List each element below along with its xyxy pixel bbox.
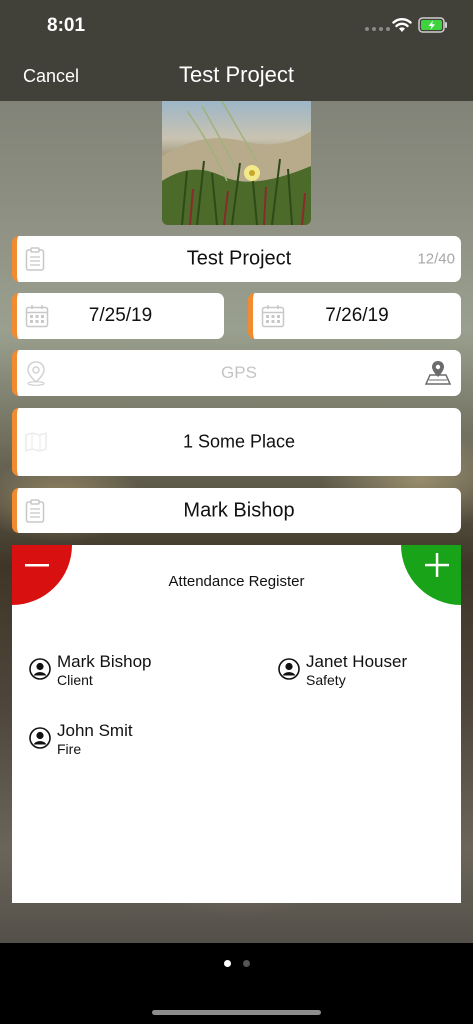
project-name-field[interactable]: Test Project 12/40	[12, 236, 461, 282]
battery-icon	[418, 17, 447, 33]
map-pin-icon[interactable]	[425, 360, 451, 386]
gps-placeholder: GPS	[221, 363, 257, 382]
start-date-value: 7/25/19	[88, 305, 153, 326]
status-bar: 8:01	[0, 0, 473, 50]
start-date-field[interactable]: 7/25/19	[12, 293, 224, 339]
person-icon	[29, 658, 51, 680]
person-icon	[278, 658, 300, 680]
page-title: Test Project	[179, 62, 294, 87]
person-icon	[29, 727, 51, 749]
attendance-title: Attendance Register	[168, 573, 305, 590]
end-date-value: 7/26/19	[325, 305, 389, 326]
attendee-item[interactable]: Mark Bishop Client	[29, 652, 151, 688]
attendance-register-panel: Attendance Register Mark Bishop Client J…	[12, 545, 461, 903]
project-name-value: Test Project	[186, 247, 292, 270]
cellular-signal-icon	[365, 27, 390, 31]
page-dot[interactable]	[243, 960, 250, 967]
wifi-icon	[392, 18, 412, 32]
attendee-name: Mark Bishop	[57, 652, 152, 671]
project-photo[interactable]	[162, 101, 311, 225]
contact-person-field[interactable]: Mark Bishop	[12, 488, 461, 533]
attendee-role: Fire	[57, 741, 82, 757]
minus-icon	[25, 564, 49, 567]
location-field[interactable]: 1 Some Place	[12, 408, 461, 476]
gps-field[interactable]: GPS	[12, 350, 461, 396]
attendee-name: John Smit	[57, 721, 133, 740]
page-indicator[interactable]	[224, 960, 250, 967]
location-value: 1 Some Place	[182, 431, 296, 452]
home-indicator[interactable]	[152, 1010, 321, 1015]
end-date-field[interactable]: 7/26/19	[248, 293, 461, 339]
attendee-item[interactable]: John Smit Fire	[29, 721, 133, 757]
attendee-item[interactable]: Janet Houser Safety	[278, 652, 407, 688]
photo-image	[162, 101, 311, 225]
status-time: 8:01	[47, 15, 86, 36]
attendee-name: Janet Houser	[306, 652, 408, 671]
character-counter: 12/40	[417, 250, 455, 268]
contact-person-value: Mark Bishop	[183, 499, 295, 521]
attendee-role: Safety	[306, 672, 346, 688]
navigation-bar: Cancel Test Project	[0, 50, 473, 101]
attendee-role: Client	[57, 672, 93, 688]
page-dot-active[interactable]	[224, 960, 231, 967]
